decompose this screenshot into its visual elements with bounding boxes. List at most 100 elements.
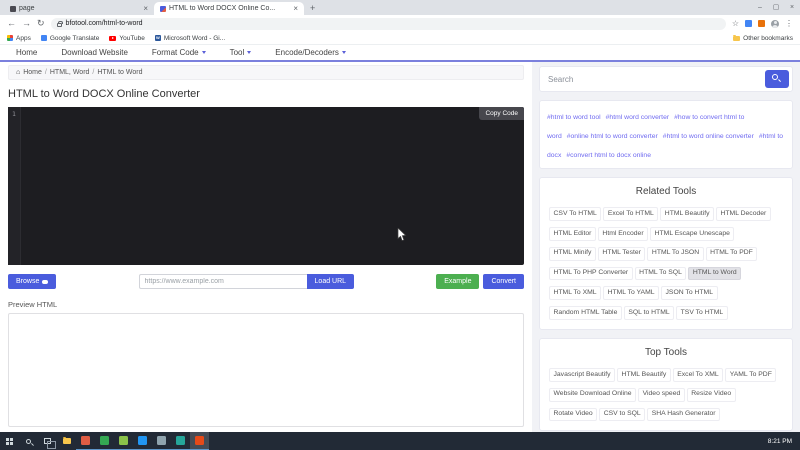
browse-button[interactable]: Browse — [8, 274, 57, 289]
nav-item-home[interactable]: Home — [16, 48, 37, 57]
google-translate-icon — [40, 35, 47, 41]
tool-chip-html-escape-unescape[interactable]: HTML Escape Unescape — [650, 227, 735, 241]
tool-chip-excel-to-xml[interactable]: Excel To XML — [672, 368, 724, 382]
taskbar-pinned-app-6[interactable] — [171, 432, 190, 450]
taskbar-pinned-app-7[interactable] — [190, 432, 209, 450]
tool-chip-website-download-online[interactable]: Website Download Online — [549, 387, 637, 402]
card-top-tools: Top Tools Javascript Beautify HTML Beautif… — [539, 337, 793, 431]
tool-chip-list: Javascript Beautify HTML Beautify Excel To… — [548, 364, 784, 423]
example-button[interactable]: Example — [436, 274, 480, 289]
nav-item-label: Tool — [229, 48, 245, 57]
lock-icon[interactable] — [56, 20, 63, 27]
tool-chip-tsv-to-html[interactable]: TSV To HTML — [676, 306, 728, 320]
bookmark-star-icon[interactable]: ☆ — [732, 19, 739, 28]
taskbar-pinned-app-4[interactable] — [133, 432, 152, 450]
taskbar-pinned-app-5[interactable] — [152, 432, 171, 450]
hashtag-link[interactable]: #html to word tool — [547, 114, 601, 121]
minimize-button[interactable]: – — [752, 0, 768, 15]
pinned-app-3-icon — [119, 436, 128, 445]
hashtag-link[interactable]: #convert html to docx online — [566, 152, 651, 159]
tool-chip-html-decoder[interactable]: HTML Decoder — [715, 207, 771, 222]
breadcrumb-item-html-word[interactable]: HTML, Word — [50, 69, 90, 76]
close-button[interactable]: × — [784, 0, 800, 15]
taskbar-pinned-app-3[interactable] — [114, 432, 133, 450]
tool-chip-rotate-video[interactable]: Rotate Video — [549, 407, 598, 422]
tool-chip-html-to-xml[interactable]: HTML To XML — [549, 286, 602, 301]
tool-chip-html-editor[interactable]: HTML Editor — [549, 227, 596, 241]
load-url-button[interactable]: Load URL — [306, 274, 355, 289]
tool-chip-csv-to-sql[interactable]: CSV to SQL — [599, 407, 646, 422]
tool-chip-html-beautify[interactable]: HTML Beautify — [660, 207, 714, 222]
tab-close-icon[interactable]: × — [293, 4, 298, 13]
tool-chip-html-beautify[interactable]: HTML Beautify — [617, 368, 671, 382]
tool-chip-csv-to-html[interactable]: CSV To HTML — [549, 207, 602, 222]
nav-item-download-website[interactable]: Download Website — [61, 48, 128, 57]
address-bar[interactable]: bfotool.com/html-to-word — [50, 17, 726, 30]
tool-chip-html-minify[interactable]: HTML Minify — [549, 246, 596, 261]
tool-chip-random-html-table[interactable]: Random HTML Table — [549, 306, 622, 320]
tool-chip-javascript-beautify[interactable]: Javascript Beautify — [549, 368, 616, 382]
tool-chip-resize-video[interactable]: Resize Video — [686, 387, 736, 402]
hashtag-link[interactable]: #html to word online converter — [663, 133, 754, 140]
hashtag-link[interactable]: #online html to word converter — [567, 133, 658, 140]
hashtag-link[interactable]: #html word converter — [606, 114, 669, 121]
other-bookmarks[interactable]: Other bookmarks — [733, 34, 793, 42]
tab-close-icon[interactable]: × — [143, 4, 148, 13]
tool-chip-html-encoder[interactable]: Html Encoder — [597, 227, 649, 241]
nav-item-tool[interactable]: Tool — [230, 48, 252, 57]
taskbar-pinned-app-1[interactable] — [76, 432, 95, 450]
start-button[interactable] — [0, 432, 19, 450]
maximize-button[interactable]: ▢ — [768, 0, 784, 15]
profile-avatar[interactable] — [771, 19, 779, 28]
preview-area — [8, 313, 524, 427]
tool-chip-json-to-html[interactable]: JSON To HTML — [661, 286, 718, 301]
pinned-app-2-icon — [100, 436, 109, 445]
nav-item-label: Download Website — [61, 48, 128, 57]
apps-shortcut[interactable]: Apps — [7, 35, 31, 42]
tool-chip-html-to-php-converter[interactable]: HTML To PHP Converter — [549, 266, 633, 281]
tool-chip-html-to-pdf[interactable]: HTML To PDF — [705, 246, 758, 261]
breadcrumb-separator: / — [44, 69, 47, 76]
action-buttons: Example Convert — [436, 274, 524, 289]
new-tab-button[interactable]: + — [310, 3, 315, 13]
tool-chip-sha-hash-generator[interactable]: SHA Hash Generator — [647, 407, 721, 422]
code-editor[interactable]: 1 Copy Code — [8, 107, 524, 265]
tool-chip-html-to-yaml[interactable]: HTML To YAML — [603, 286, 660, 301]
tool-chip-excel-to-html[interactable]: Excel To HTML — [603, 207, 659, 222]
tool-chip-video-speed[interactable]: Video speed — [638, 387, 685, 402]
forward-icon[interactable]: → — [22, 19, 31, 28]
browser-tab-html-to-word[interactable]: HTML to Word DOCX Online Co... × — [154, 2, 304, 15]
bookmark-google-translate[interactable]: Google Translate — [40, 35, 99, 42]
sidebar-sections: Related Tools CSV To HTML Excel To HTML HTM… — [539, 176, 793, 450]
tool-chip-html-to-json[interactable]: HTML To JSON — [647, 246, 704, 261]
tool-chip-list: CSV To HTML Excel To HTML HTML Beautify HTM… — [548, 203, 784, 322]
url-input[interactable] — [138, 274, 307, 289]
translate-extension-icon[interactable] — [745, 20, 752, 27]
taskbar-pinned-app-2[interactable] — [95, 432, 114, 450]
breadcrumb-item-home[interactable]: Home — [23, 69, 42, 76]
tool-chip-html-tester[interactable]: HTML Tester — [597, 246, 646, 261]
tool-chip-html-to-sql[interactable]: HTML To SQL — [634, 266, 687, 281]
extension-icon[interactable] — [758, 20, 765, 27]
copy-code-button[interactable]: Copy Code — [479, 107, 524, 120]
tool-chip-yaml-to-pdf[interactable]: YAML To PDF — [725, 368, 777, 382]
bookmark-microsoft-word-gi[interactable]: Microsoft Word - Gi... — [154, 35, 225, 42]
taskbar-search[interactable] — [19, 432, 38, 450]
convert-button[interactable]: Convert — [483, 274, 524, 289]
nav-item-format-code[interactable]: Format Code — [152, 48, 206, 57]
search-input[interactable] — [543, 71, 765, 87]
file-explorer-button[interactable] — [57, 432, 76, 450]
preview-label: Preview HTML — [8, 300, 58, 309]
refresh-icon[interactable]: ↻ — [37, 19, 45, 28]
tool-chip-html-to-word[interactable]: HTML to Word — [688, 266, 742, 281]
browser-tab-page[interactable]: page × — [4, 2, 154, 15]
taskbar-clock[interactable]: 8:21 PM — [768, 438, 800, 445]
chrome-menu-icon[interactable]: ⋮ — [785, 19, 793, 28]
bookmark-youtube[interactable]: YouTube — [109, 35, 145, 42]
task-view-button[interactable] — [38, 432, 57, 450]
back-icon[interactable]: ← — [7, 19, 16, 28]
windows-start-icon — [6, 437, 13, 445]
search-button[interactable] — [765, 70, 789, 88]
nav-item-encode-decoders[interactable]: Encode/Decoders — [275, 48, 346, 57]
tool-chip-sql-to-html[interactable]: SQL to HTML — [623, 306, 675, 320]
